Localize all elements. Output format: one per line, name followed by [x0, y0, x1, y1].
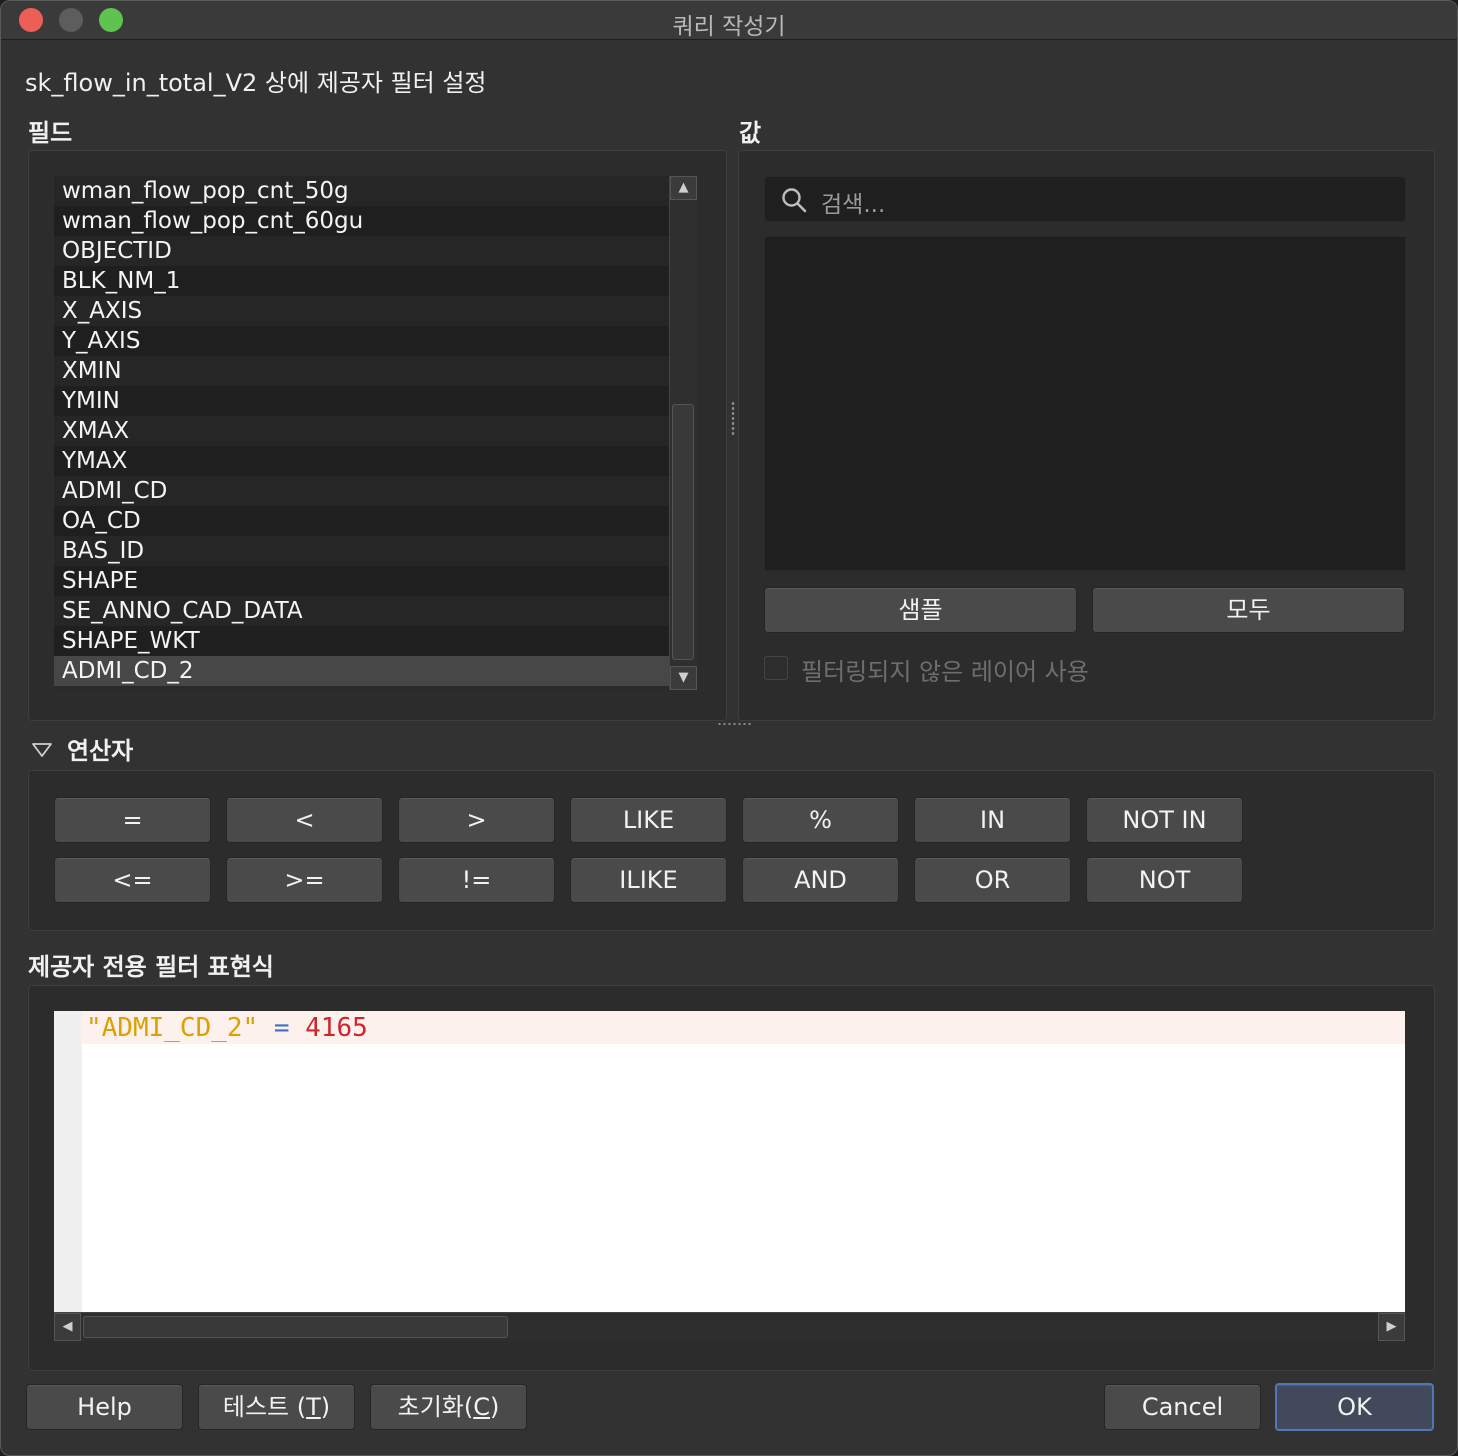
value-token: 4165: [305, 1013, 368, 1043]
field-list-item[interactable]: SHAPE_WKT: [54, 626, 669, 656]
values-search-input[interactable]: 검색...: [764, 176, 1406, 222]
expression-editor[interactable]: "ADMI_CD_2" = 4165: [54, 1011, 1405, 1312]
arrow-down-icon[interactable]: ▼: [670, 666, 697, 690]
vertical-splitter-handle[interactable]: [731, 401, 735, 435]
expression-code[interactable]: "ADMI_CD_2" = 4165: [86, 1012, 368, 1044]
operator-button[interactable]: AND: [742, 857, 899, 903]
triangle-down-icon[interactable]: [31, 741, 53, 759]
operator-button[interactable]: =: [54, 797, 211, 843]
reset-close-paren: ): [490, 1393, 500, 1421]
editor-gutter: [54, 1011, 82, 1312]
reset-shortcut: C: [473, 1393, 490, 1421]
field-list-item[interactable]: ADMI_CD: [54, 476, 669, 506]
field-list-item[interactable]: SE_ANNO_CAD_DATA: [54, 596, 669, 626]
arrow-right-icon[interactable]: ▶: [1378, 1313, 1405, 1341]
title-bar: 쿼리 작성기: [1, 1, 1457, 40]
values-list[interactable]: [764, 236, 1406, 571]
editor-horizontal-scrollbar[interactable]: ◀ ▶: [54, 1312, 1405, 1341]
fields-list[interactable]: wman_flow_pop_cnt_50g wman_flow_pop_cnt_6…: [54, 176, 669, 690]
sample-button[interactable]: 샘플: [764, 587, 1077, 633]
search-placeholder: 검색...: [821, 192, 886, 218]
operator-button[interactable]: !=: [398, 857, 555, 903]
field-list-item[interactable]: SHAPE: [54, 566, 669, 596]
operators-label: 연산자: [67, 737, 134, 765]
search-icon: [782, 188, 807, 213]
field-list-item[interactable]: XMIN: [54, 356, 669, 386]
operator-button[interactable]: NOT IN: [1086, 797, 1243, 843]
expression-label: 제공자 전용 필터 표현식: [28, 953, 274, 981]
query-builder-window: 쿼리 작성기 sk_flow_in_total_V2 상에 제공자 필터 설정 …: [0, 0, 1458, 1456]
operator-button[interactable]: %: [742, 797, 899, 843]
editor-scroll-thumb[interactable]: [83, 1316, 508, 1338]
operator-button[interactable]: LIKE: [570, 797, 727, 843]
use-unfiltered-layer-checkbox[interactable]: [764, 656, 788, 680]
dialog-heading: sk_flow_in_total_V2 상에 제공자 필터 설정: [25, 69, 487, 97]
fields-scroll-thumb[interactable]: [672, 404, 694, 660]
operator-button[interactable]: OR: [914, 857, 1071, 903]
field-list-item[interactable]: wman_flow_pop_cnt_50g: [54, 176, 669, 206]
operator-button[interactable]: <=: [54, 857, 211, 903]
field-list-item[interactable]: BAS_ID: [54, 536, 669, 566]
field-list-item[interactable]: OBJECTID: [54, 236, 669, 266]
test-button[interactable]: 테스트 (T): [198, 1384, 355, 1430]
arrow-up-icon[interactable]: ▲: [670, 176, 697, 200]
field-list-item[interactable]: XMAX: [54, 416, 669, 446]
test-close-paren: ): [320, 1393, 331, 1421]
field-list-item[interactable]: BLK_NM_1: [54, 266, 669, 296]
field-list-item[interactable]: Y_AXIS: [54, 326, 669, 356]
ok-button[interactable]: OK: [1275, 1383, 1434, 1431]
field-list-item[interactable]: YMIN: [54, 386, 669, 416]
test-shortcut: T: [306, 1393, 321, 1421]
operator-button[interactable]: >: [398, 797, 555, 843]
help-button[interactable]: Help: [26, 1384, 183, 1430]
field-list-item[interactable]: X_AXIS: [54, 296, 669, 326]
reset-label: 초기화(: [397, 1393, 474, 1421]
reset-button[interactable]: 초기화(C): [370, 1384, 527, 1430]
window-title: 쿼리 작성기: [672, 14, 786, 40]
operator-button[interactable]: >=: [226, 857, 383, 903]
field-list-item[interactable]: ADMI_CD_2: [54, 656, 669, 686]
values-label: 값: [739, 119, 762, 147]
horizontal-splitter-handle[interactable]: [717, 722, 751, 726]
use-unfiltered-layer-label: 필터링되지 않은 레이어 사용: [801, 658, 1089, 686]
cancel-button[interactable]: Cancel: [1104, 1384, 1261, 1430]
all-button[interactable]: 모두: [1092, 587, 1405, 633]
field-list-item[interactable]: OA_CD: [54, 506, 669, 536]
operator-button[interactable]: <: [226, 797, 383, 843]
operator-button[interactable]: IN: [914, 797, 1071, 843]
field-token: "ADMI_CD_2": [86, 1013, 259, 1043]
fields-vertical-scrollbar[interactable]: ▲ ▼: [669, 176, 697, 690]
field-list-item[interactable]: YMAX: [54, 446, 669, 476]
operator-token: =: [273, 1013, 290, 1043]
fields-label: 필드: [28, 119, 73, 147]
operator-button[interactable]: NOT: [1086, 857, 1243, 903]
arrow-left-icon[interactable]: ◀: [54, 1313, 81, 1341]
field-list-item[interactable]: wman_flow_pop_cnt_60gu: [54, 206, 669, 236]
test-label: 테스트 (: [222, 1393, 307, 1421]
operators-groupbox: [28, 770, 1435, 931]
operator-button[interactable]: ILIKE: [570, 857, 727, 903]
